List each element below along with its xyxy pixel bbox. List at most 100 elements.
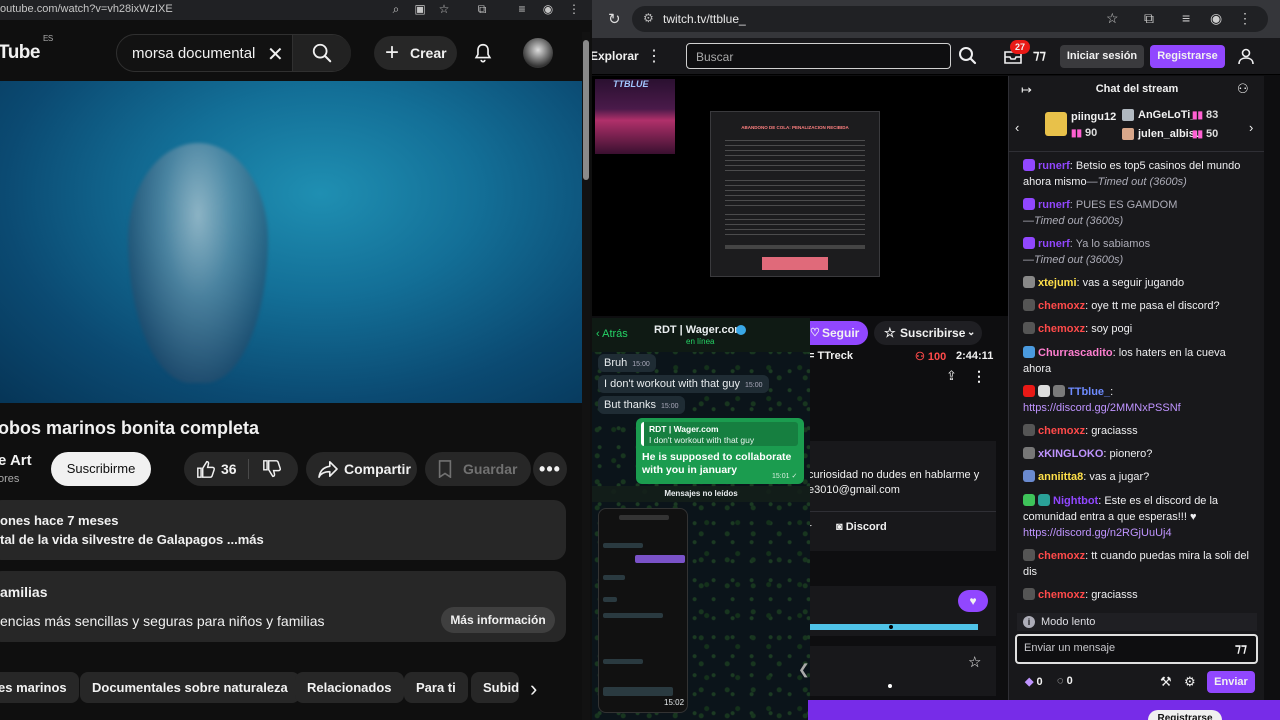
twitch-url[interactable]: twitch.tv/ttblue_ (663, 12, 746, 26)
login-button[interactable]: Iniciar sesión (1060, 45, 1144, 68)
description-box[interactable]: ones hace 7 meses tal de la vida silvest… (0, 500, 566, 560)
twitch-address-bar[interactable]: ⚙ twitch.tv/ttblue_ ☆ ⧉ ≡ ◉ ⋮ (632, 6, 1268, 32)
profile-icon[interactable]: ◉ (1210, 10, 1222, 27)
create-button[interactable]: + Crear (374, 36, 457, 70)
media-icon[interactable]: ≡ (514, 1, 530, 17)
subscribe-button[interactable]: Suscribirme (51, 452, 151, 486)
chat-message[interactable]: runerf: Betsio es top5 casinos del mundo… (1023, 158, 1255, 190)
chat-message[interactable]: chemoxz: tt cuando puedas mira la soli d… (1023, 548, 1255, 580)
chevron-left-icon[interactable]: ‹ (1015, 120, 1019, 135)
more-info-button[interactable]: Más información (441, 607, 555, 633)
notifications-bell-icon[interactable] (472, 42, 494, 64)
chevron-right-icon[interactable]: › (530, 676, 537, 702)
media-icon[interactable]: ≡ (1182, 10, 1190, 26)
menu-icon[interactable]: ⋮ (566, 1, 582, 17)
youtube-search-input[interactable]: morsa documental (132, 45, 255, 62)
chat-message[interactable]: runerf: PUES ES GAMDOM —Timed out (3600s) (1023, 197, 1255, 229)
dislike-icon[interactable] (262, 460, 282, 478)
site-info-icon[interactable]: ⚙ (643, 11, 654, 25)
chat-message[interactable]: Churrascadito: los haters en la cueva ah… (1023, 345, 1255, 377)
follow-button[interactable]: ♡ Seguir (808, 321, 868, 345)
scrollbar-thumb[interactable] (583, 40, 589, 180)
chat-message[interactable]: Nightbot: Este es el discord de la comun… (1023, 493, 1255, 541)
register-button[interactable]: Registrarse (1150, 45, 1225, 68)
chat-message[interactable]: runerf: Ya lo sabiamos —Timed out (3600s) (1023, 236, 1255, 268)
reload-icon[interactable]: ↻ (608, 10, 621, 28)
discord-link[interactable]: ◙ Discord (836, 521, 887, 533)
streamer-name[interactable]: = TTreck (808, 350, 853, 362)
more-options-icon[interactable]: ⋮ (972, 368, 986, 385)
twitch-video-player[interactable]: TTBLUE ABANDONO DE COLA: PENALIZACION RE… (592, 76, 1008, 316)
more-actions-button[interactable]: ••• (533, 452, 567, 486)
gear-icon[interactable]: ⚙ (1184, 674, 1196, 690)
contact-name[interactable]: RDT | Wager.com (654, 324, 744, 336)
youtube-url[interactable]: outube.com/watch?v=vh28ixWzIXE (0, 3, 173, 15)
twitch-search-input[interactable]: Buscar (686, 43, 951, 69)
chat-message[interactable]: TTblue_: https://discord.gg/2MMNxPSSNf (1023, 384, 1255, 416)
description-text[interactable]: tal de la vida silvestre de Galapagos ..… (0, 532, 264, 547)
more-menu-icon[interactable]: ⋮ (646, 46, 662, 66)
bits-count[interactable]: ◆ 0 (1025, 675, 1043, 688)
subscribe-button[interactable]: ☆ Suscribirse ⌄ (874, 321, 982, 345)
youtube-logo[interactable]: TubeES (0, 34, 53, 64)
mod-tools-icon[interactable]: ⚒ (1160, 674, 1172, 690)
user-icon[interactable] (1237, 47, 1255, 65)
chip-marine[interactable]: es marinos (0, 672, 79, 703)
channel-name[interactable]: e Art (0, 452, 32, 469)
prime-crown-icon[interactable]: ⁊⁊ (1033, 47, 1046, 63)
about-email[interactable]: e3010@gmail.com (808, 484, 900, 496)
cast-icon[interactable]: ▣ (412, 1, 428, 17)
users-icon[interactable]: ⚇ (1237, 81, 1249, 97)
collapse-chevron-icon[interactable]: ❮ (798, 661, 810, 678)
carousel-dot[interactable] (888, 684, 892, 688)
bookmark-star-icon[interactable]: ☆ (1106, 10, 1119, 27)
explore-link[interactable]: Explorar (592, 49, 639, 63)
like-icon[interactable] (196, 460, 216, 478)
save-button[interactable]: Guardar (425, 452, 531, 486)
screenshot-image[interactable] (598, 508, 688, 713)
menu-icon[interactable]: ⋮ (1238, 10, 1252, 27)
share-button[interactable]: Compartir (306, 452, 417, 486)
search-icon[interactable] (311, 42, 333, 64)
heart-button[interactable]: ♥ (958, 590, 988, 612)
channel-points[interactable]: ◌ 0 (1057, 675, 1073, 687)
chat-message[interactable]: chemoxz: soy pogi (1023, 321, 1255, 337)
send-button[interactable]: Enviar (1207, 671, 1255, 693)
profile-icon[interactable]: ◉ (540, 1, 556, 17)
clear-search-icon[interactable]: ✕ (267, 42, 284, 67)
share-icon[interactable]: ⇪ (946, 368, 957, 384)
quoted-message[interactable]: RDT | Wager.com I don't workout with tha… (641, 422, 798, 446)
chip-uploaded[interactable]: Subid (471, 672, 519, 703)
chat-scrollbar[interactable] (1264, 76, 1280, 700)
chat-message[interactable]: xtejumi: vas a seguir jugando (1023, 275, 1255, 291)
chat-input[interactable]: Enviar un mensaje ⁊⁊ (1015, 634, 1258, 664)
zoom-icon[interactable]: ⌕ (388, 1, 404, 17)
chip-nature-docs[interactable]: Documentales sobre naturaleza (80, 672, 300, 703)
chip-for-you[interactable]: Para ti (404, 672, 468, 703)
back-button[interactable]: ‹ Atrás (596, 328, 628, 340)
chat-message[interactable]: xKINGLOKO: pionero? (1023, 446, 1255, 462)
avatar[interactable] (523, 38, 553, 68)
notice-confirm-button[interactable] (762, 257, 828, 270)
extensions-icon[interactable]: ⧉ (1144, 10, 1154, 27)
chat-message[interactable]: anniitta8: vas a jugar? (1023, 469, 1255, 485)
chevron-right-icon[interactable]: › (1249, 120, 1253, 135)
chat-message[interactable]: chemoxz: graciasss (1023, 587, 1255, 603)
plus-icon: + (385, 39, 400, 66)
chat-link[interactable]: https://discord.gg/n2RGjUuUj4 (1023, 527, 1172, 539)
star-icon[interactable]: ☆ (968, 653, 981, 671)
gifter-name[interactable]: AnGeLoTi_ (1138, 109, 1196, 121)
video-player[interactable] (0, 81, 582, 403)
gifter-name[interactable]: piingu12 (1071, 111, 1116, 123)
search-icon[interactable] (955, 43, 981, 69)
youtube-address-bar[interactable]: outube.com/watch?v=vh28ixWzIXE ⌕ ▣ ☆ ⧉ ≡… (0, 0, 592, 20)
emote-icon[interactable]: ⁊⁊ (1235, 641, 1247, 655)
banner-register-button[interactable]: Registrarse (1148, 710, 1222, 720)
chat-message[interactable]: chemoxz: graciasss (1023, 423, 1255, 439)
chip-related[interactable]: Relacionados (295, 672, 404, 703)
youtube-scrollbar[interactable] (582, 32, 590, 720)
extensions-icon[interactable]: ⧉ (474, 1, 490, 17)
bookmark-star-icon[interactable]: ☆ (436, 1, 452, 17)
chat-link[interactable]: https://discord.gg/2MMNxPSSNf (1023, 402, 1181, 414)
chat-message[interactable]: chemoxz: oye tt me pasa el discord? (1023, 298, 1255, 314)
